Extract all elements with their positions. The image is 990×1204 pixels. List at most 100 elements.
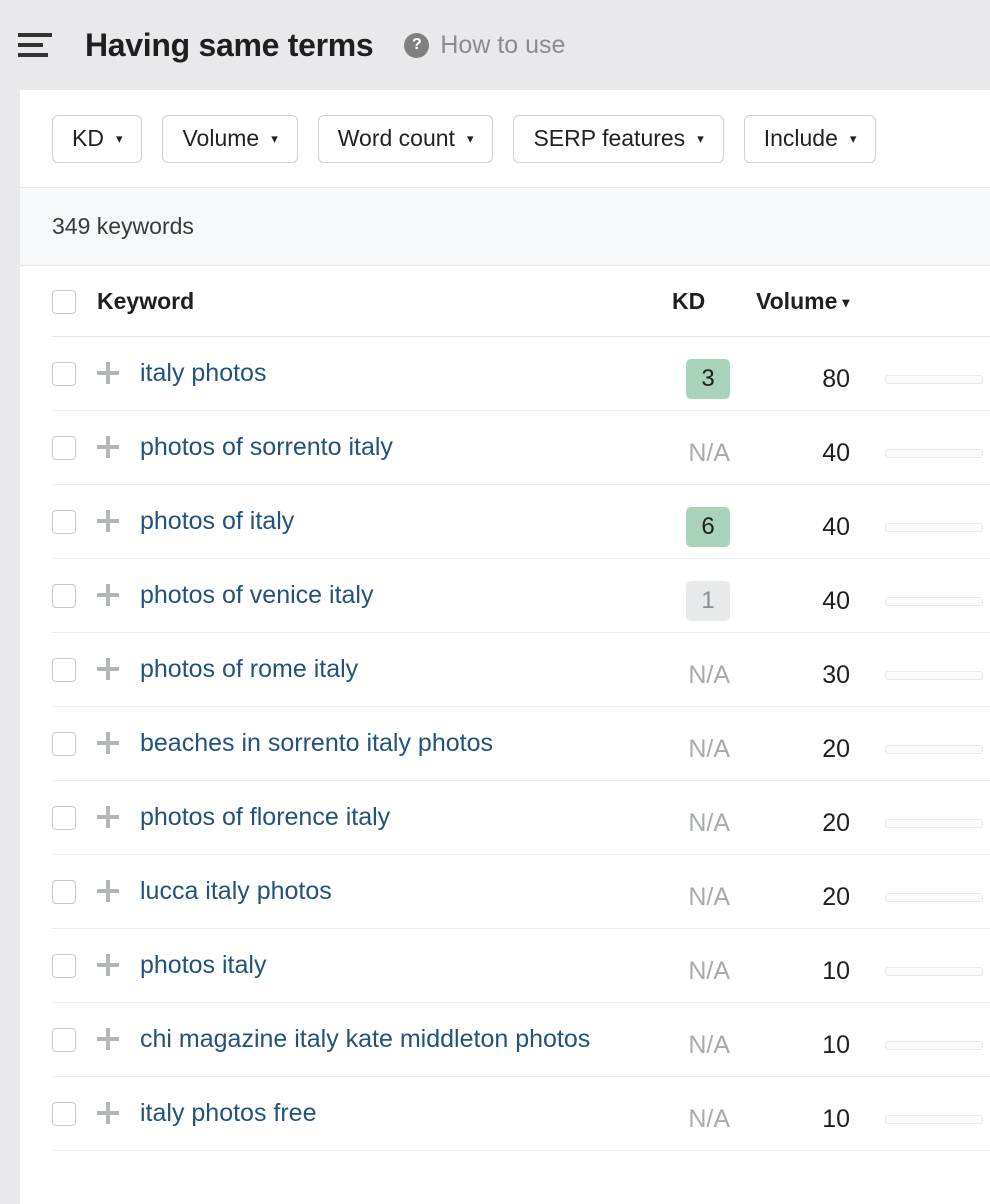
table-row[interactable]: photos of sorrento italy N/A 40 bbox=[20, 411, 990, 485]
row-keyword-cell: photos italy bbox=[52, 929, 266, 983]
filter-serp-features-label: SERP features bbox=[533, 125, 686, 151]
filter-kd-label: KD bbox=[72, 125, 104, 151]
row-select-checkbox[interactable] bbox=[52, 584, 76, 608]
row-volume-cell: 20 bbox=[822, 883, 850, 911]
row-volume-cell: 10 bbox=[822, 1031, 850, 1059]
filter-volume-label: Volume bbox=[182, 125, 260, 151]
filter-volume-button[interactable]: Volume ▾ bbox=[162, 114, 298, 163]
table-row[interactable]: photos of italy 6 40 bbox=[20, 485, 990, 559]
filter-include-button[interactable]: Include ▾ bbox=[743, 114, 877, 163]
row-kd-cell: 3 bbox=[640, 359, 730, 399]
filter-word-count-label: Word count bbox=[337, 125, 455, 151]
volume-trend-bar bbox=[885, 745, 983, 754]
how-to-use-label: How to use bbox=[440, 30, 566, 59]
row-select-checkbox[interactable] bbox=[52, 658, 76, 682]
page-title: Having same terms bbox=[85, 26, 374, 63]
volume-trend-bar bbox=[885, 597, 983, 606]
volume-trend-bar bbox=[885, 671, 983, 680]
plus-icon[interactable] bbox=[97, 658, 119, 680]
plus-icon[interactable] bbox=[97, 510, 119, 532]
plus-icon[interactable] bbox=[97, 436, 119, 458]
plus-icon[interactable] bbox=[97, 1028, 119, 1050]
plus-icon[interactable] bbox=[97, 954, 119, 976]
plus-icon[interactable] bbox=[97, 362, 119, 384]
volume-trend-bar bbox=[885, 375, 983, 384]
chevron-down-icon: ▾ bbox=[271, 131, 278, 146]
row-kd-cell: N/A bbox=[640, 803, 730, 843]
row-volume-cell: 30 bbox=[822, 661, 850, 689]
filter-serp-features-button[interactable]: SERP features ▾ bbox=[513, 114, 724, 163]
volume-trend-bar bbox=[885, 523, 983, 532]
row-volume-cell: 40 bbox=[822, 513, 850, 541]
row-select-checkbox[interactable] bbox=[52, 806, 76, 830]
keyword-link[interactable]: beaches in sorrento italy photos bbox=[140, 725, 493, 761]
row-volume-cell: 20 bbox=[822, 809, 850, 837]
keyword-link[interactable]: italy photos free bbox=[140, 1095, 317, 1131]
row-kd-cell: N/A bbox=[640, 433, 730, 473]
kd-value-na: N/A bbox=[688, 1031, 730, 1059]
row-select-checkbox[interactable] bbox=[52, 732, 76, 756]
kd-value-na: N/A bbox=[688, 661, 730, 689]
table-row[interactable]: lucca italy photos N/A 20 bbox=[20, 855, 990, 929]
table-row[interactable]: photos of venice italy 1 40 bbox=[20, 559, 990, 633]
row-keyword-cell: lucca italy photos bbox=[52, 855, 332, 909]
row-keyword-cell: chi magazine italy kate middleton photos bbox=[52, 1003, 590, 1057]
plus-icon[interactable] bbox=[97, 732, 119, 754]
row-select-checkbox[interactable] bbox=[52, 1028, 76, 1052]
keyword-link[interactable]: italy photos bbox=[140, 355, 266, 391]
kd-value-na: N/A bbox=[688, 957, 730, 985]
kd-value-na: N/A bbox=[688, 809, 730, 837]
column-header-keyword[interactable]: Keyword bbox=[97, 288, 194, 315]
column-header-volume[interactable]: Volume ▾ bbox=[756, 288, 849, 315]
row-volume-cell: 10 bbox=[822, 957, 850, 985]
volume-trend-bar bbox=[885, 449, 983, 458]
keyword-link[interactable]: photos italy bbox=[140, 947, 266, 983]
row-kd-cell: 6 bbox=[640, 507, 730, 547]
row-volume-cell: 40 bbox=[822, 439, 850, 467]
keyword-link[interactable]: chi magazine italy kate middleton photos bbox=[140, 1021, 590, 1057]
row-kd-cell: N/A bbox=[640, 877, 730, 917]
filter-toolbar: KD ▾ Volume ▾ Word count ▾ SERP features… bbox=[20, 90, 990, 188]
row-select-checkbox[interactable] bbox=[52, 436, 76, 460]
filter-kd-button[interactable]: KD ▾ bbox=[52, 114, 143, 163]
plus-icon[interactable] bbox=[97, 584, 119, 606]
table-row[interactable]: chi magazine italy kate middleton photos… bbox=[20, 1003, 990, 1077]
row-select-checkbox[interactable] bbox=[52, 510, 76, 534]
keyword-link[interactable]: photos of italy bbox=[140, 503, 294, 539]
how-to-use-link[interactable]: ? How to use bbox=[404, 31, 565, 60]
row-keyword-cell: italy photos bbox=[52, 337, 266, 391]
hamburger-menu-icon[interactable] bbox=[18, 30, 52, 60]
keyword-count-bar: 349 keywords bbox=[20, 188, 990, 266]
keyword-link[interactable]: photos of rome italy bbox=[140, 651, 358, 687]
app-header: Having same terms ? How to use bbox=[0, 0, 990, 90]
select-all-checkbox[interactable] bbox=[52, 289, 76, 314]
kd-value-na: N/A bbox=[688, 883, 730, 911]
filter-word-count-button[interactable]: Word count ▾ bbox=[317, 114, 494, 163]
table-row[interactable]: photos of florence italy N/A 20 bbox=[20, 781, 990, 855]
table-row[interactable]: photos of rome italy N/A 30 bbox=[20, 633, 990, 707]
plus-icon[interactable] bbox=[97, 806, 119, 828]
row-select-checkbox[interactable] bbox=[52, 880, 76, 904]
table-header-row: Keyword KD Volume ▾ bbox=[20, 266, 990, 337]
plus-icon[interactable] bbox=[97, 880, 119, 902]
keyword-link[interactable]: photos of sorrento italy bbox=[140, 429, 393, 465]
keyword-link[interactable]: lucca italy photos bbox=[140, 873, 332, 909]
row-kd-cell: N/A bbox=[640, 729, 730, 769]
row-select-checkbox[interactable] bbox=[52, 362, 76, 386]
table-row[interactable]: italy photos free N/A 10 bbox=[20, 1077, 990, 1151]
keyword-link[interactable]: photos of florence italy bbox=[140, 799, 390, 835]
hamburger-line bbox=[18, 53, 48, 57]
column-header-kd[interactable]: KD bbox=[672, 288, 705, 315]
table-row[interactable]: italy photos 3 80 bbox=[20, 337, 990, 411]
table-row[interactable]: photos italy N/A 10 bbox=[20, 929, 990, 1003]
row-select-checkbox[interactable] bbox=[52, 1102, 76, 1126]
hamburger-line bbox=[18, 43, 43, 47]
plus-icon[interactable] bbox=[97, 1102, 119, 1124]
chevron-down-icon: ▾ bbox=[466, 131, 474, 146]
table-row[interactable]: beaches in sorrento italy photos N/A 20 bbox=[20, 707, 990, 781]
row-volume-cell: 40 bbox=[822, 587, 850, 615]
row-volume-cell: 20 bbox=[822, 735, 850, 763]
keyword-link[interactable]: photos of venice italy bbox=[140, 577, 373, 613]
volume-trend-bar bbox=[885, 1115, 983, 1124]
row-select-checkbox[interactable] bbox=[52, 954, 76, 978]
